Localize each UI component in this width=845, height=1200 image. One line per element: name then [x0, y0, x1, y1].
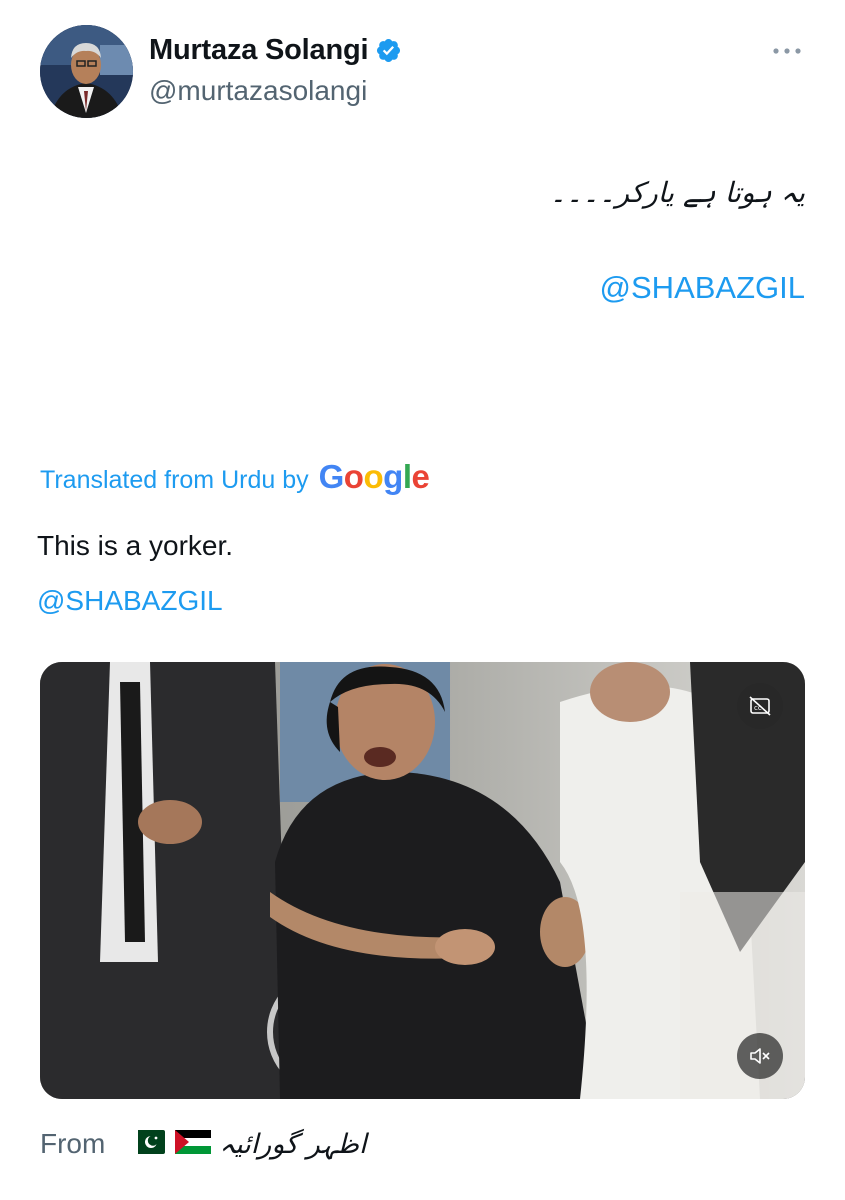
- verified-badge-icon[interactable]: [375, 37, 402, 64]
- more-options-icon[interactable]: [770, 42, 804, 60]
- author-name-row: Murtaza Solangi: [149, 34, 402, 67]
- speaker-muted-icon[interactable]: [737, 1033, 783, 1079]
- source-account-name[interactable]: اظہر گورائیہ: [219, 1129, 366, 1160]
- translated-mention-link[interactable]: @SHABAZGIL: [37, 585, 223, 617]
- author-handle[interactable]: @murtazasolangi: [149, 75, 367, 107]
- pakistan-flag-icon: [129, 1129, 166, 1159]
- translation-attribution: Translated from Urdu by Google: [40, 458, 430, 496]
- from-label: From: [40, 1128, 106, 1159]
- avatar[interactable]: [40, 25, 133, 118]
- video-frame: [40, 662, 805, 1099]
- tweet-original-text: یہ ہوتا ہے یارکر۔۔۔۔: [549, 176, 805, 209]
- media-attribution: From اظہر گورائیہ: [40, 1128, 366, 1160]
- google-logo: Google: [318, 458, 430, 495]
- profile-photo: [40, 25, 133, 118]
- translated-from-label[interactable]: Translated from Urdu by: [40, 466, 309, 495]
- mention-link[interactable]: @SHABAZGIL: [600, 270, 805, 306]
- translated-text: This is a yorker.: [37, 530, 234, 561]
- video-player[interactable]: cc: [40, 662, 805, 1099]
- closed-captions-off-icon[interactable]: cc: [737, 683, 783, 729]
- author-display-name[interactable]: Murtaza Solangi: [149, 34, 369, 67]
- palestine-flag-icon: [175, 1129, 212, 1159]
